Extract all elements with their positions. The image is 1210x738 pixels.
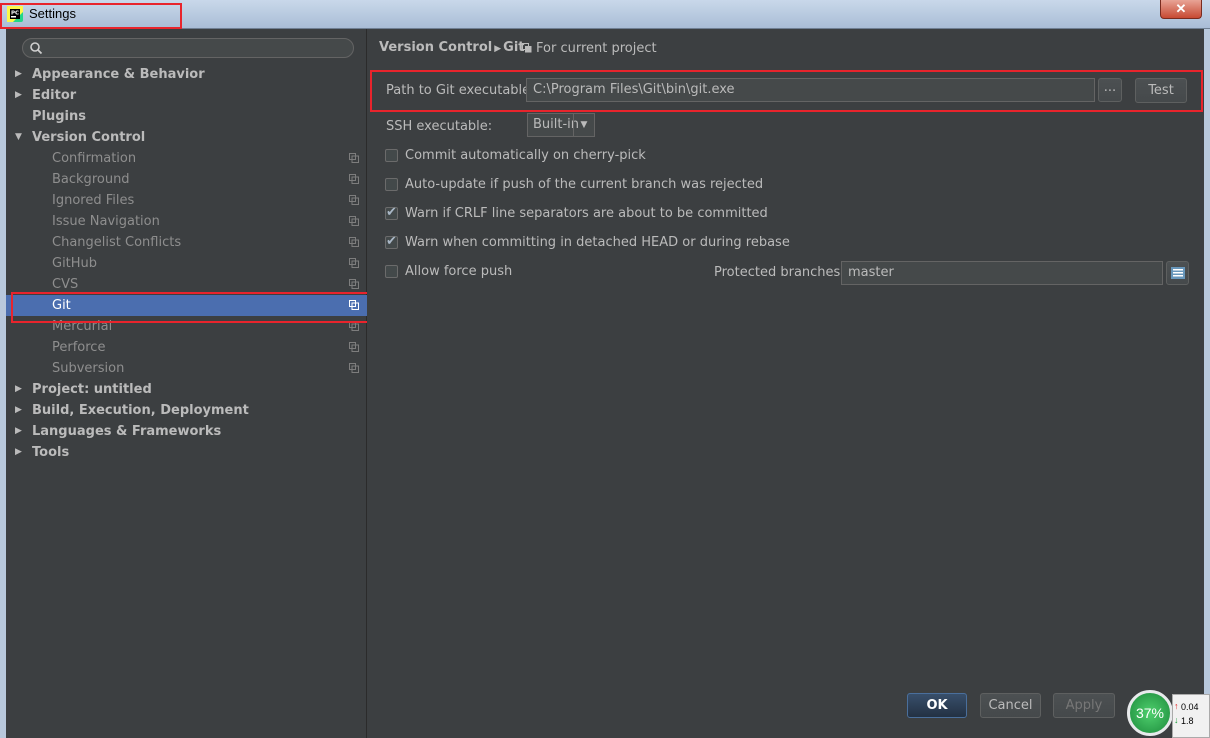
- window-title-bar: PC Settings ✕: [0, 0, 1210, 29]
- download-arrow-icon: ↓: [1174, 715, 1179, 725]
- network-speed-widget: ↑ 0.04 ↓ 1.8: [1172, 694, 1210, 738]
- upload-speed: 0.04: [1181, 702, 1199, 712]
- window-frame: [0, 29, 1210, 738]
- download-speed: 1.8: [1181, 716, 1194, 726]
- system-monitor-gauge[interactable]: 37%: [1127, 690, 1173, 736]
- window-close-button[interactable]: ✕: [1160, 0, 1202, 19]
- window-title: Settings: [29, 6, 76, 21]
- upload-arrow-icon: ↑: [1174, 701, 1179, 711]
- pycharm-app-icon: PC: [7, 6, 23, 22]
- svg-text:PC: PC: [11, 11, 19, 17]
